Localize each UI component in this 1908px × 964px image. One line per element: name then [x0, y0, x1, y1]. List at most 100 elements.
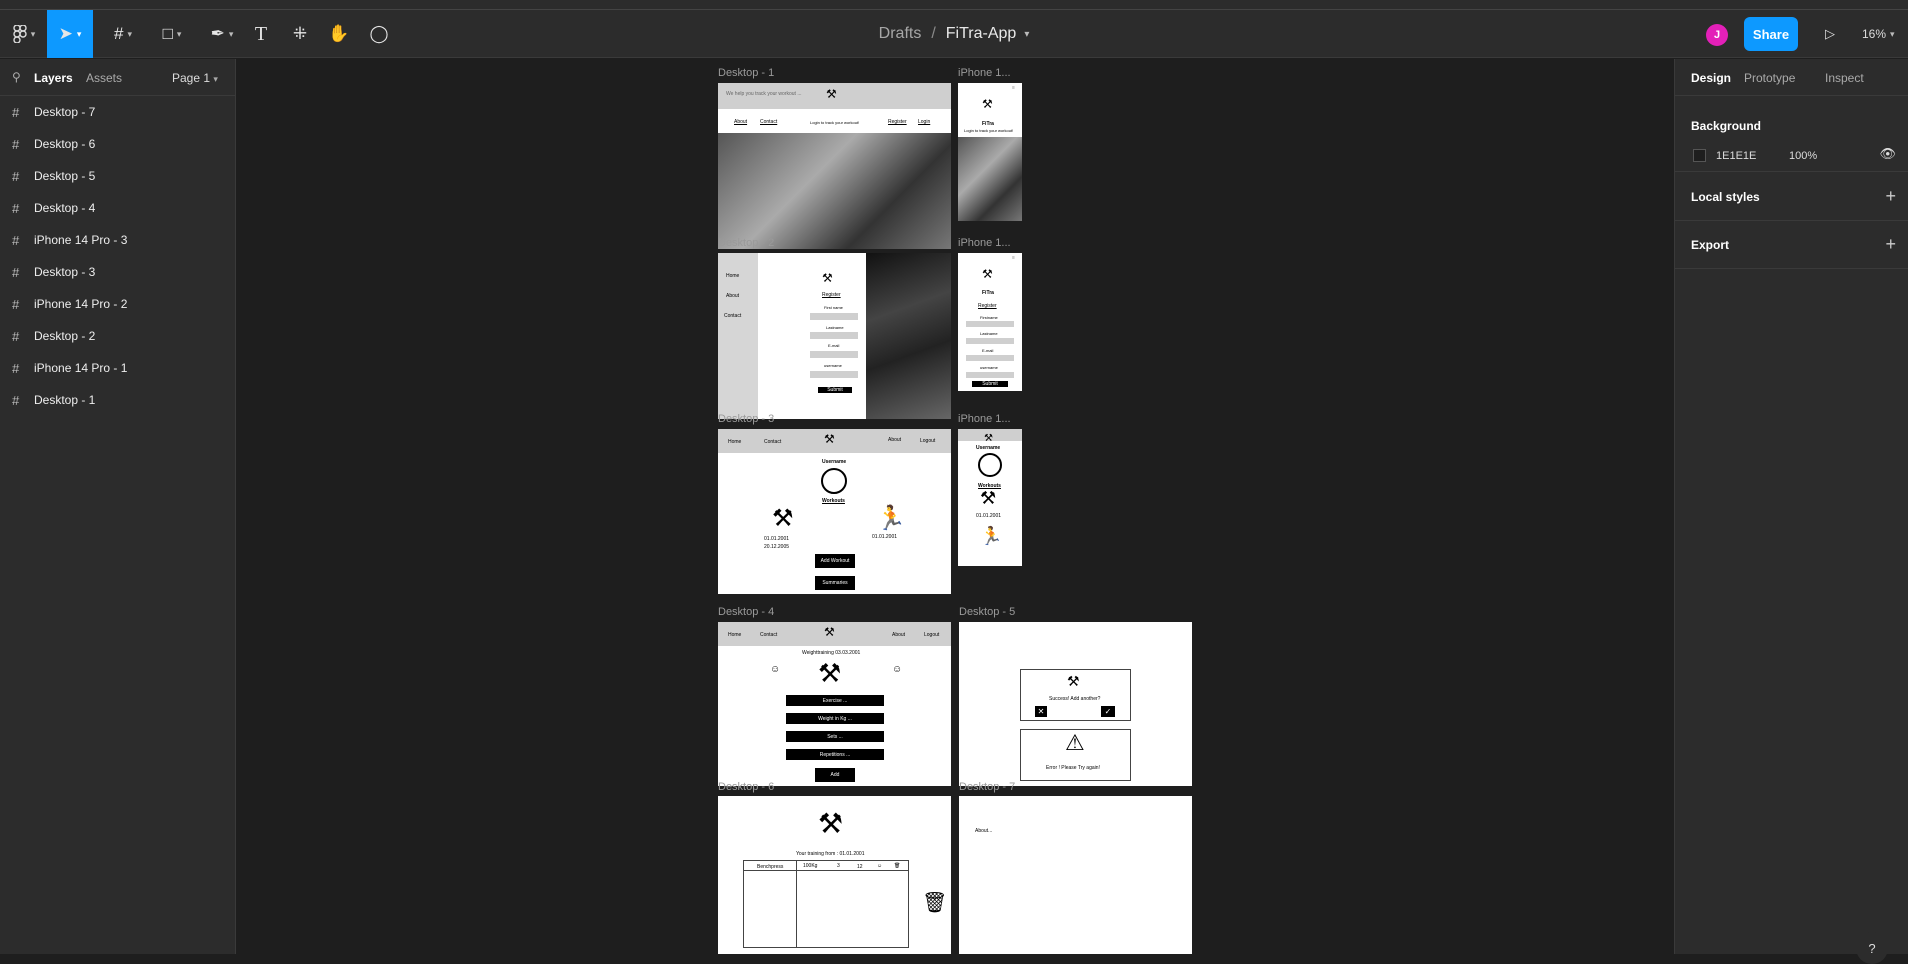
tab-inspect[interactable]: Inspect — [1825, 71, 1864, 85]
frame-desktop-6[interactable]: ⚒ Your training from : 01.01.2001 Benchp… — [718, 796, 951, 954]
nav-contact[interactable]: Contact — [724, 313, 741, 319]
frame-desktop-3[interactable]: Home Contact ⚒ About Logout Username Wor… — [718, 429, 951, 594]
resources-button[interactable]: ⁜ — [286, 10, 314, 58]
layer-item[interactable]: # Desktop - 5 — [0, 160, 235, 192]
frame-label[interactable]: iPhone 1... — [958, 67, 1011, 79]
lastname-field[interactable] — [810, 332, 858, 339]
layer-item[interactable]: # iPhone 14 Pro - 1 — [0, 352, 235, 384]
frame-label[interactable]: Desktop - 7 — [959, 781, 1015, 793]
workout-date[interactable]: 01.01.2001 — [872, 534, 897, 540]
submit-button[interactable]: Submit — [972, 381, 1008, 387]
trash-icon[interactable]: 🗑 — [922, 893, 947, 913]
lastname-field[interactable] — [966, 338, 1014, 344]
frame-desktop-7[interactable]: About... — [959, 796, 1192, 954]
nav-contact[interactable]: Contact — [760, 119, 777, 125]
hamburger-icon[interactable]: ≡ — [1012, 255, 1015, 261]
frame-desktop-1[interactable]: We help you track your workout ... ⚒ Abo… — [718, 83, 951, 249]
chevron-down-icon[interactable]: ▾ — [1024, 29, 1029, 40]
frame-desktop-2[interactable]: Home About Contact ⚒ Register First name… — [718, 253, 951, 419]
breadcrumb-drafts[interactable]: Drafts — [879, 25, 922, 43]
summaries-button[interactable]: Summaries — [815, 576, 855, 590]
background-hex[interactable]: 1E1E1E — [1716, 150, 1756, 162]
file-name[interactable]: FiTra-App — [946, 25, 1017, 43]
layer-item[interactable]: # Desktop - 7 — [0, 96, 235, 128]
submit-button[interactable]: Submit — [818, 387, 852, 393]
eye-icon[interactable]: 👁 — [1879, 146, 1896, 162]
present-button[interactable]: ▷ — [1818, 22, 1842, 46]
workout-date[interactable]: 01.01.2001 — [764, 536, 789, 542]
email-field[interactable] — [966, 355, 1014, 361]
add-button[interactable]: Add — [815, 768, 855, 782]
zoom-dropdown[interactable]: 16% ▾ — [1862, 22, 1895, 46]
nav-logout[interactable]: Logout — [920, 438, 935, 444]
nav-home[interactable]: Home — [726, 273, 739, 279]
help-button[interactable]: ? — [1856, 932, 1888, 964]
add-workout-button[interactable]: Add Workout — [815, 554, 855, 568]
nav-contact[interactable]: Contact — [764, 439, 781, 445]
search-icon[interactable]: ⚲ — [12, 70, 21, 84]
share-button[interactable]: Share — [1744, 17, 1798, 51]
frame-iphone-3[interactable]: ⚒ Username Workouts ⚒ 01.01.2001 🏃 — [958, 429, 1022, 566]
check-icon[interactable]: ✓ — [1101, 706, 1115, 717]
frame-label[interactable]: Desktop - 5 — [959, 606, 1015, 618]
text-tool-button[interactable]: T — [246, 10, 276, 58]
tab-design[interactable]: Design — [1691, 71, 1731, 85]
frame-label[interactable]: Desktop - 2 — [718, 237, 774, 249]
happy-face-icon[interactable]: ☺ — [892, 664, 902, 675]
email-field[interactable] — [810, 351, 858, 358]
pen-tool-button[interactable]: ✒ ▾ — [202, 10, 242, 58]
frame-iphone-2[interactable]: ≡ ⚒ FiTra Register Firstname Lastname E-… — [958, 253, 1022, 391]
nav-home[interactable]: Home — [728, 439, 741, 445]
layer-item[interactable]: # Desktop - 2 — [0, 320, 235, 352]
hamburger-icon[interactable]: ≡ — [1012, 85, 1015, 91]
workouts-link[interactable]: Workouts — [822, 498, 845, 504]
username-field[interactable] — [966, 372, 1014, 378]
trash-icon[interactable]: 🗑 — [894, 863, 900, 869]
nav-about[interactable]: About — [892, 632, 905, 638]
nav-about[interactable]: About — [726, 293, 739, 299]
frame-label[interactable]: Desktop - 4 — [718, 606, 774, 618]
frame-label[interactable]: Desktop - 6 — [718, 781, 774, 793]
background-opacity[interactable]: 100% — [1789, 150, 1817, 162]
exercise-input[interactable]: Exercise ... — [786, 695, 884, 706]
nav-login[interactable]: Login — [918, 119, 930, 125]
comment-tool-button[interactable]: ◯ — [364, 10, 394, 58]
frame-iphone-1[interactable]: ≡ ⚒ FiTra Login to track your workout! — [958, 83, 1022, 221]
layer-item[interactable]: # Desktop - 3 — [0, 256, 235, 288]
layer-item[interactable]: # iPhone 14 Pro - 3 — [0, 224, 235, 256]
nav-about[interactable]: About — [888, 437, 901, 443]
close-icon[interactable]: ✕ — [1035, 706, 1047, 717]
add-icon[interactable]: + — [1885, 235, 1896, 253]
username-field[interactable] — [810, 371, 858, 378]
workout-date[interactable]: 01.01.2001 — [976, 513, 1001, 519]
main-menu-button[interactable]: ▾ — [4, 10, 44, 58]
nav-home[interactable]: Home — [728, 632, 741, 638]
layer-item[interactable]: # Desktop - 4 — [0, 192, 235, 224]
canvas[interactable]: Desktop - 1 We help you track your worko… — [237, 59, 1674, 954]
move-tool-button[interactable]: ➤ ▾ — [47, 10, 93, 58]
workout-date[interactable]: 20.12.2005 — [764, 544, 789, 550]
tab-layers[interactable]: Layers — [34, 71, 73, 85]
sad-face-icon[interactable]: ☺ — [770, 664, 780, 675]
hand-tool-button[interactable]: ✋ — [324, 10, 354, 58]
firstname-field[interactable] — [810, 313, 858, 320]
frame-label[interactable]: Desktop - 3 — [718, 413, 774, 425]
tab-prototype[interactable]: Prototype — [1744, 71, 1795, 85]
firstname-field[interactable] — [966, 321, 1014, 327]
frame-label[interactable]: iPhone 1... — [958, 413, 1011, 425]
layer-item[interactable]: # Desktop - 1 — [0, 384, 235, 416]
background-swatch[interactable] — [1693, 149, 1706, 162]
nav-about[interactable]: About — [734, 119, 747, 125]
frame-label[interactable]: iPhone 1... — [958, 237, 1011, 249]
repetitions-input[interactable]: Repetitions ... — [786, 749, 884, 760]
page-selector[interactable]: Page 1 ▾ — [172, 71, 218, 85]
avatar[interactable]: J — [1706, 24, 1728, 46]
nav-contact[interactable]: Contact — [760, 632, 777, 638]
frame-desktop-4[interactable]: Home Contact ⚒ About Logout Weighttraini… — [718, 622, 951, 786]
tab-assets[interactable]: Assets — [86, 71, 122, 85]
frame-label[interactable]: Desktop - 1 — [718, 67, 774, 79]
nav-register[interactable]: Register — [888, 119, 907, 125]
add-icon[interactable]: + — [1885, 187, 1896, 205]
shape-tool-button[interactable]: □ ▾ — [152, 10, 192, 58]
frame-tool-button[interactable]: # ▾ — [104, 10, 142, 58]
